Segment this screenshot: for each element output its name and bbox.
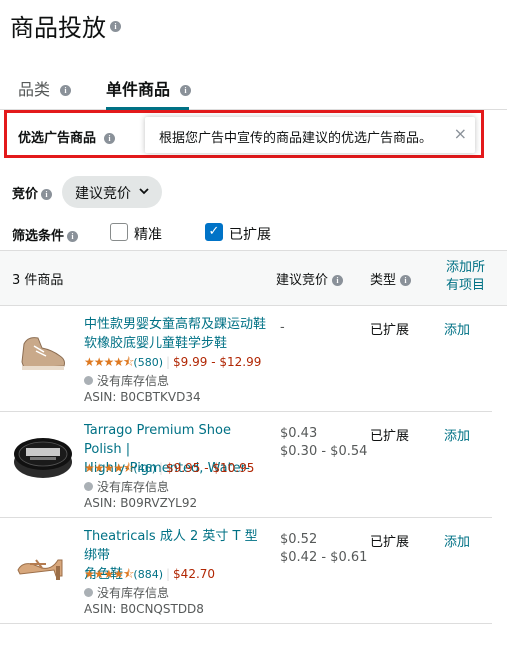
bid-dropdown[interactable]: 建议竞价	[62, 176, 162, 208]
info-icon[interactable]: i	[41, 189, 53, 200]
info-icon[interactable]: i	[60, 85, 72, 96]
info-dot-icon	[84, 588, 93, 597]
type: 已扩展	[370, 429, 410, 444]
shoe-polish-tin-icon	[14, 438, 72, 478]
add-all-line2: 有项目	[446, 278, 486, 293]
rating: ★★★★⯪(46) | $9.95 - $10.95	[84, 459, 254, 480]
info-icon[interactable]: i	[332, 275, 344, 286]
close-icon[interactable]: ×	[454, 124, 467, 143]
product-name-link[interactable]: 中性款男婴女童高帮及踝运动鞋 软橡胶底婴儿童鞋学步鞋	[84, 315, 270, 353]
tab-single-product-label: 单件商品	[106, 80, 171, 99]
tab-bar: 品类 i 单件商品 i	[0, 66, 507, 110]
info-dot-icon	[84, 376, 93, 385]
product-name-line: Theatricals 成人 2 英寸 T 型绑带	[84, 529, 258, 563]
price: $42.70	[173, 567, 216, 581]
add-link[interactable]: 添加	[444, 319, 470, 338]
product-name-line: Tarrago Premium Shoe Polish |	[84, 423, 231, 457]
separator: |	[166, 355, 171, 369]
suggested-bid-value: -	[280, 320, 285, 335]
info-dot-icon	[84, 482, 93, 491]
table-header: 3 件商品 建议竞价 i 类型 i 添加所 有项目	[0, 250, 507, 306]
suggested-bid-range: $0.30 - $0.54	[280, 444, 368, 459]
exact-label: 精准	[134, 227, 162, 243]
review-count[interactable]: (46)	[133, 462, 156, 475]
filter-label-text: 筛选条件	[12, 229, 65, 244]
tooltip: 根据您广告中宣传的商品建议的优选广告商品。 ×	[145, 117, 475, 153]
table-row: 中性款男婴女童高帮及踝运动鞋 软橡胶底婴儿童鞋学步鞋 ★★★★⯪(580) | $9…	[0, 306, 492, 412]
suggested-bid: -	[280, 319, 285, 337]
table-row: Tarrago Premium Shoe Polish | Highly-Pig…	[0, 412, 492, 518]
rating: ★★★★⯪(884) | $42.70	[84, 565, 215, 586]
bid-label-text: 竞价	[12, 187, 39, 202]
stock-info: 没有库存信息	[84, 372, 169, 389]
baby-sneaker-icon	[21, 337, 65, 370]
suggested-bid-value: $0.52	[280, 532, 318, 547]
col-suggested-bid: 建议竞价 i	[276, 269, 344, 288]
tooltip-text: 根据您广告中宣传的商品建议的优选广告商品。	[159, 131, 433, 146]
suggested-bid: $0.43 $0.30 - $0.54	[280, 425, 367, 461]
expanded-label: 已扩展	[229, 227, 271, 243]
star-rating-icon: ★★★★⯪	[84, 567, 134, 581]
suggested-bid-range: $0.42 - $0.61	[280, 550, 368, 565]
page-title: 商品投放 i	[10, 8, 121, 43]
price: $9.95 - $10.95	[166, 461, 255, 475]
info-icon[interactable]: i	[67, 231, 79, 242]
checkmark-icon: ✓	[208, 224, 220, 239]
suggested-products-label-text: 优选广告商品	[18, 131, 97, 146]
filter-row: 筛选条件 i 精准 ✓ 已扩展	[12, 222, 492, 246]
info-icon[interactable]: i	[180, 85, 192, 96]
asin: ASIN: B09RVZYL92	[84, 496, 198, 510]
character-shoe-icon	[17, 559, 63, 580]
review-count[interactable]: (884)	[133, 568, 163, 581]
product-count: 3 件商品	[12, 273, 64, 288]
add-link[interactable]: 添加	[444, 425, 470, 444]
add-all-line1: 添加所	[446, 260, 486, 275]
rating: ★★★★⯪(580) | $9.99 - $12.99	[84, 353, 261, 374]
star-rating-icon: ★★★★⯪	[84, 461, 134, 475]
tab-category-label: 品类	[18, 80, 51, 99]
bid-label: 竞价 i	[12, 183, 53, 202]
tab-category[interactable]: 品类 i	[18, 76, 72, 100]
exact-checkbox[interactable]	[110, 223, 128, 241]
suggested-products-label: 优选广告商品 i	[18, 127, 116, 146]
tab-single-product[interactable]: 单件商品 i	[106, 76, 192, 100]
suggested-bid: $0.52 $0.42 - $0.61	[280, 531, 367, 567]
type: 已扩展	[370, 323, 410, 338]
page-title-text: 商品投放	[10, 14, 106, 42]
add-all-link[interactable]: 添加所 有项目	[446, 259, 485, 295]
separator: |	[166, 567, 171, 581]
stock-text: 没有库存信息	[97, 374, 170, 388]
stock-info: 没有库存信息	[84, 584, 169, 601]
col-type: 类型 i	[370, 269, 412, 288]
filter-label: 筛选条件 i	[12, 225, 79, 244]
info-icon[interactable]: i	[110, 20, 121, 32]
stock-text: 没有库存信息	[97, 586, 170, 600]
asin: ASIN: B0CNQSTDD8	[84, 602, 204, 616]
stock-info: 没有库存信息	[84, 478, 169, 495]
suggested-bid-value: $0.43	[280, 426, 318, 441]
col-suggested-bid-text: 建议竞价	[276, 273, 329, 288]
info-icon[interactable]: i	[104, 133, 116, 144]
price: $9.99 - $12.99	[173, 355, 262, 369]
stock-text: 没有库存信息	[97, 480, 170, 494]
bid-dropdown-value: 建议竞价	[75, 186, 131, 202]
expanded-checkbox[interactable]: ✓	[205, 223, 223, 241]
info-icon[interactable]: i	[400, 275, 412, 286]
type: 已扩展	[370, 535, 410, 550]
review-count[interactable]: (580)	[133, 356, 163, 369]
product-name-line: 中性款男婴女童高帮及踝运动鞋	[84, 317, 267, 332]
suggested-products-callout: 优选广告商品 i 根据您广告中宣传的商品建议的优选广告商品。 ×	[4, 110, 484, 158]
asin: ASIN: B0CBTKVD34	[84, 390, 201, 404]
table-row: Theatricals 成人 2 英寸 T 型绑带 角色鞋 ★★★★⯪(884)…	[0, 518, 492, 624]
star-rating-icon: ★★★★⯪	[84, 355, 134, 369]
separator: |	[159, 461, 164, 475]
add-link[interactable]: 添加	[444, 531, 470, 550]
col-type-text: 类型	[370, 273, 397, 288]
product-name-line: 软橡胶底婴儿童鞋学步鞋	[84, 336, 228, 351]
chevron-down-icon	[139, 188, 149, 195]
